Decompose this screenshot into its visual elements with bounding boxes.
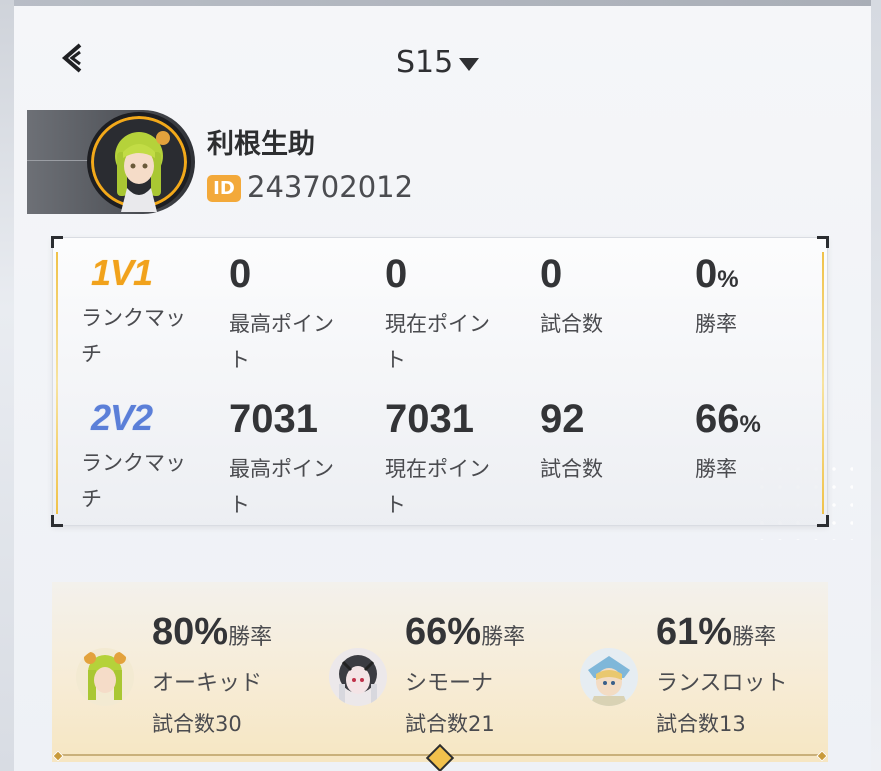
- mode-row-1v1: 1V1 ランクマッチ 0 最高ポイント 0 現在ポイント 0 試合数 0% 勝率: [53, 238, 829, 383]
- stat-win-rate: 0% 勝率: [695, 252, 815, 342]
- stat-value: 0: [540, 252, 563, 296]
- hero-match-count: 試合数13: [656, 712, 746, 736]
- stat-label: 最高ポイント: [229, 457, 334, 517]
- corner-diamond-icon: [52, 750, 64, 762]
- stat-label: 試合数: [540, 312, 603, 336]
- stat-value: 66: [695, 397, 740, 441]
- stat-label: 試合数: [540, 457, 603, 481]
- player-avatar-frame: [27, 110, 195, 214]
- hero-match-count: 試合数30: [152, 712, 242, 736]
- season-selector[interactable]: S15: [396, 40, 480, 84]
- back-button[interactable]: [58, 40, 88, 76]
- orchid-avatar-icon: [76, 648, 134, 706]
- mode-row-2v2: 2V2 ランクマッチ 7031 最高ポイント 7031 現在ポイント 92 試合…: [53, 383, 829, 528]
- player-name: 利根生助: [207, 129, 315, 160]
- mode-label: ランクマッチ: [81, 306, 186, 366]
- stat-current-points: 0 現在ポイント: [385, 252, 505, 378]
- simona-avatar-icon: [329, 648, 387, 706]
- mode-badge-1v1: 1V1: [91, 252, 153, 293]
- stat-label: 現在ポイント: [385, 312, 490, 372]
- hero-name: オーキッド: [152, 671, 263, 696]
- stat-win-rate: 66% 勝率: [695, 397, 815, 487]
- mode-label: ランクマッチ: [81, 451, 186, 511]
- lancelot-avatar-icon: [580, 648, 638, 706]
- hero-win-rate: 80%: [152, 611, 229, 653]
- id-badge: ID: [207, 175, 241, 202]
- left-frame: [0, 0, 14, 771]
- stat-best-points: 7031 最高ポイント: [229, 397, 349, 523]
- stat-label: 勝率: [695, 312, 737, 336]
- hero-win-rate: 61%: [656, 611, 733, 653]
- stat-current-points: 7031 現在ポイント: [385, 397, 505, 523]
- stat-value: 0: [385, 252, 408, 296]
- stat-label: 勝率: [695, 457, 737, 481]
- stat-label: 最高ポイント: [229, 312, 334, 372]
- hero-match-count: 試合数21: [405, 712, 495, 736]
- stat-value: 0: [695, 252, 718, 296]
- player-avatar: [115, 131, 170, 212]
- right-frame: [871, 0, 881, 771]
- hero-win-rate-label: 勝率: [481, 625, 526, 650]
- hero-name: ランスロット: [656, 671, 788, 696]
- player-id: 243702012: [247, 170, 414, 204]
- stat-match-count: 0 試合数: [540, 252, 660, 342]
- corner-diamond-icon: [816, 750, 828, 762]
- dropdown-arrow-icon: [459, 57, 480, 71]
- hero-name: シモーナ: [405, 671, 494, 696]
- stat-value: 7031: [229, 397, 318, 441]
- stat-label: 現在ポイント: [385, 457, 490, 517]
- back-arrow-icon: [61, 43, 82, 73]
- hero-win-rate-label: 勝率: [732, 625, 777, 650]
- mode-badge-2v2: 2V2: [91, 397, 153, 438]
- hero-win-rate: 66%: [405, 611, 482, 653]
- rank-stats-card: 1V1 ランクマッチ 0 最高ポイント 0 現在ポイント 0 試合数 0% 勝率…: [51, 236, 829, 528]
- stat-match-count: 92 試合数: [540, 397, 660, 487]
- stat-best-points: 0 最高ポイント: [229, 252, 349, 378]
- hero-win-rate-label: 勝率: [228, 625, 273, 650]
- hero-stats-card: 80%勝率 オーキッド 試合数30 66%勝率 シモーナ 試合数21 61%勝率…: [52, 582, 828, 771]
- season-label: S15: [396, 44, 454, 80]
- stat-value: 0: [229, 252, 252, 296]
- stat-value: 7031: [385, 397, 474, 441]
- stat-value: 92: [540, 397, 585, 441]
